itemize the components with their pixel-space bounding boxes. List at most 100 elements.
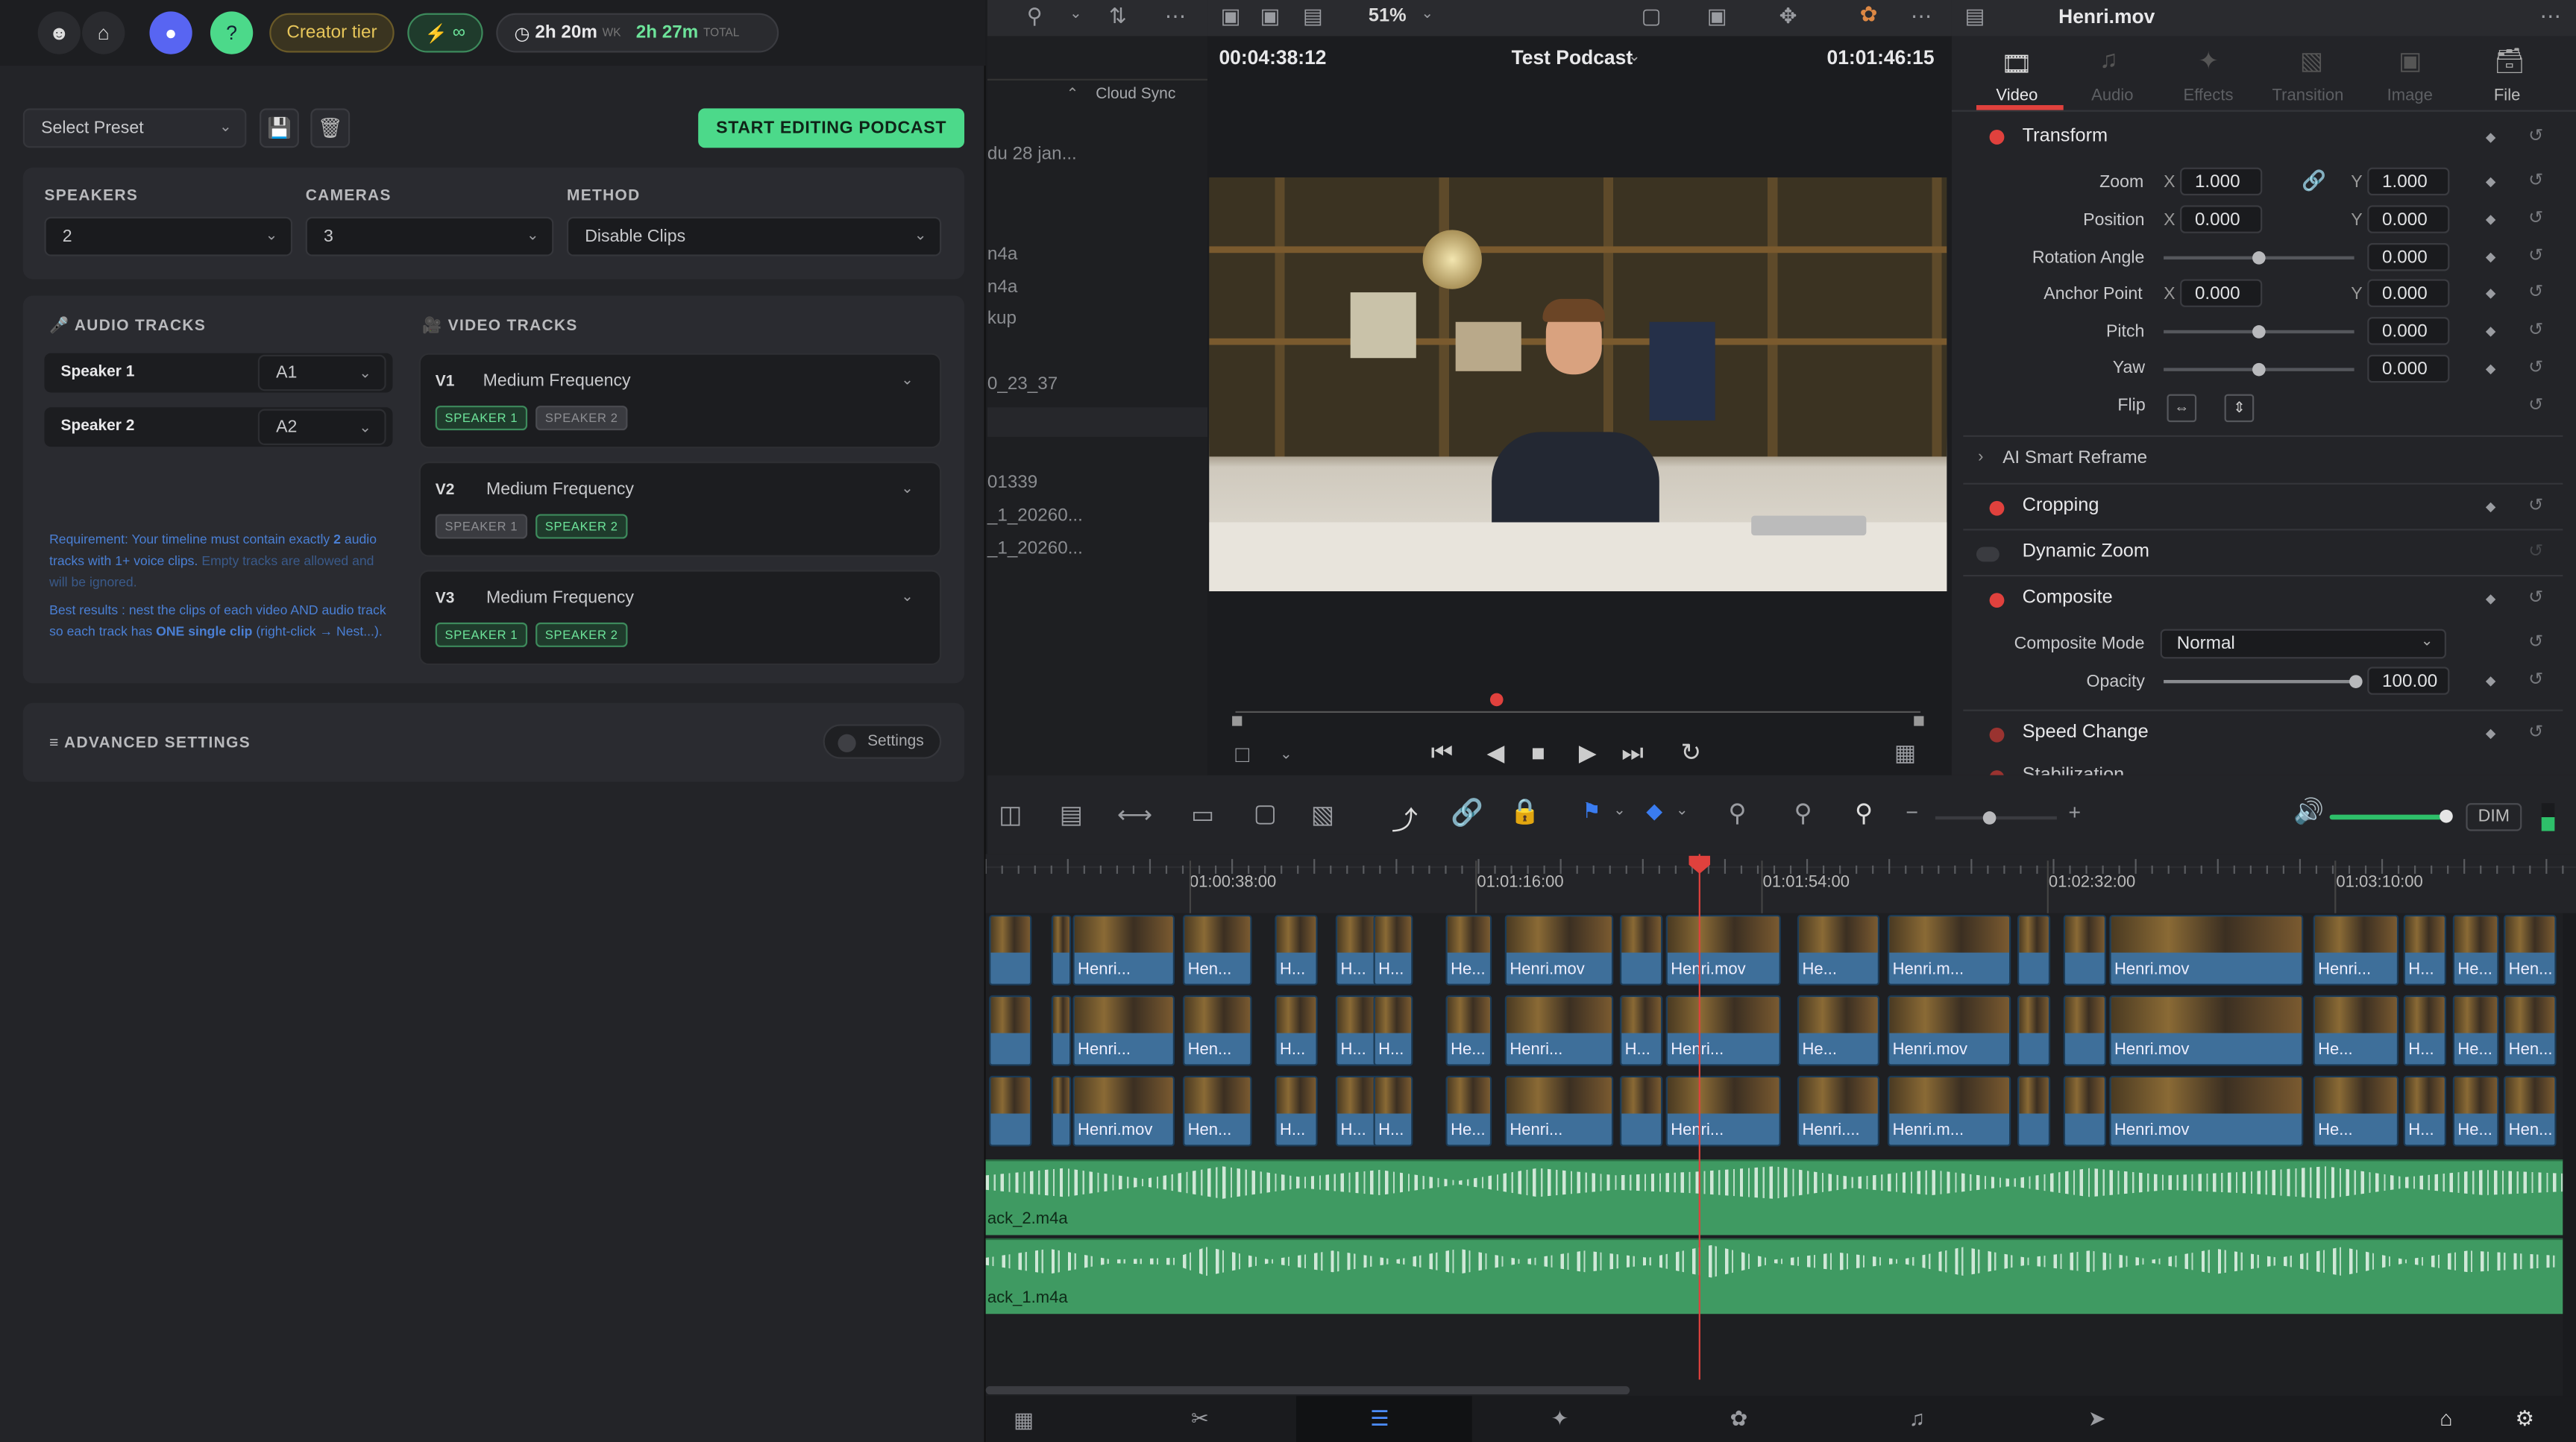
more-icon[interactable]: ⋯ <box>1165 3 1187 29</box>
audio-clip[interactable]: ack_1.m4a <box>985 1238 2563 1315</box>
speaker-tag[interactable]: SPEAKER 1 <box>435 622 528 647</box>
stop-icon[interactable]: ■ <box>1531 739 1545 765</box>
frequency-select[interactable]: Medium Frequency ⌄ <box>470 580 926 616</box>
reset-icon[interactable]: ↺ <box>2528 318 2543 340</box>
media-item[interactable]: n4a <box>987 277 1017 297</box>
sort-icon[interactable]: ⇅ <box>1109 3 1127 29</box>
overwrite-icon[interactable]: ▢ <box>1254 799 1277 828</box>
reset-icon[interactable]: ↺ <box>2528 356 2543 377</box>
home-icon[interactable]: ⌂ <box>2440 1406 2452 1431</box>
transform-heading[interactable]: Transform <box>2023 127 2108 146</box>
video-clip[interactable]: He... <box>1797 995 1880 1066</box>
video-clip[interactable]: Henri.mov <box>2109 1075 2304 1147</box>
video-clip[interactable] <box>1051 914 1072 986</box>
composite-heading[interactable]: Composite <box>2023 588 2113 608</box>
speaker-tag[interactable]: SPEAKER 1 <box>435 514 528 539</box>
video-tab-icon[interactable]: 🎞 <box>2001 49 2032 78</box>
scrubber-in[interactable] <box>1232 716 1243 726</box>
cloud-sync-column[interactable]: Cloud Sync <box>1096 86 1175 104</box>
reset-icon[interactable]: ↺ <box>2528 207 2543 228</box>
deliver-page-icon[interactable]: ➤ <box>2088 1406 2106 1432</box>
reset-icon[interactable]: ↺ <box>2528 631 2543 652</box>
flag-icon[interactable]: ⚑ <box>1582 799 1601 825</box>
speaker-tag[interactable]: SPEAKER 1 <box>435 406 528 431</box>
video-clip[interactable]: Henri... <box>1504 1075 1614 1147</box>
zoom-y-field[interactable]: 1.000 <box>2367 167 2450 196</box>
replace-icon[interactable]: ▧ <box>1311 800 1334 829</box>
monitor-icon[interactable]: ▢ <box>1642 3 1662 29</box>
tab-effects[interactable]: Effects <box>2184 87 2234 105</box>
more-icon[interactable]: ⋯ <box>1911 3 1932 29</box>
keyframe-icon[interactable]: ◆ <box>2486 286 2496 300</box>
transform-toggle[interactable] <box>1989 130 2005 145</box>
fairlight-page-icon[interactable]: ♫ <box>1909 1406 1925 1431</box>
dynamic-zoom-toggle[interactable] <box>1976 547 1999 562</box>
user-icon[interactable]: ☻ <box>37 11 81 54</box>
video-clip[interactable]: He... <box>1445 914 1492 986</box>
video-clip[interactable]: Henri... <box>2313 914 2399 986</box>
collapse-icon[interactable]: ⌃ <box>1066 86 1079 104</box>
transform-icon[interactable]: ✥ <box>1779 3 1797 29</box>
reset-icon[interactable]: ↺ <box>2528 721 2543 742</box>
edit-page-icon[interactable]: ☰ <box>1370 1406 1389 1432</box>
lock-icon[interactable]: 🔒 <box>1510 796 1540 826</box>
keyframe-icon[interactable]: ◆ <box>2486 212 2496 227</box>
keyframe-icon[interactable]: ◆ <box>2486 726 2496 741</box>
video-clip[interactable]: Henri... <box>1504 995 1614 1066</box>
discord-icon[interactable]: ● <box>149 11 192 54</box>
link-icon[interactable]: 🔗 <box>2302 169 2326 192</box>
video-clip[interactable]: Hen... <box>1183 995 1252 1066</box>
tab-transition[interactable]: Transition <box>2272 87 2343 105</box>
pitch-knob[interactable] <box>2252 325 2266 339</box>
reset-icon[interactable]: ↺ <box>2528 541 2543 561</box>
scrubber-playhead[interactable] <box>1489 693 1504 707</box>
chevron-down-icon[interactable]: ⌄ <box>1069 5 1082 23</box>
stabilization-row[interactable]: Stabilization <box>1951 755 2576 775</box>
skip-back-icon[interactable]: ⏮ <box>1431 739 1454 766</box>
cropping-heading[interactable]: Cropping <box>2023 496 2099 515</box>
reset-icon[interactable]: ↺ <box>2528 245 2543 265</box>
keyframe-icon[interactable]: ◆ <box>2486 362 2496 377</box>
timeline-name[interactable]: Test Podcast <box>1512 46 1633 69</box>
volume-knob[interactable] <box>2440 809 2453 823</box>
chevron-down-icon[interactable]: ⌄ <box>1613 802 1626 819</box>
video-clip[interactable] <box>2063 1075 2106 1147</box>
video-clip[interactable]: Henri.mov <box>1665 914 1781 986</box>
horizontal-scrollbar[interactable] <box>985 1386 1630 1395</box>
video-clip[interactable]: Henri.... <box>1797 1075 1880 1147</box>
home-icon[interactable]: ⌂ <box>82 11 125 54</box>
media-item[interactable]: kup <box>987 309 1017 328</box>
reset-icon[interactable]: ↺ <box>2528 586 2543 608</box>
video-clip[interactable]: He... <box>1445 1075 1492 1147</box>
video-clip[interactable]: Hen... <box>2504 1075 2557 1147</box>
tab-video[interactable]: Video <box>1996 87 2038 105</box>
crop-icon[interactable]: □ <box>1236 740 1250 766</box>
gear-icon[interactable]: ⚙ <box>2515 1406 2534 1432</box>
video-clip[interactable]: Henri.mov <box>2109 914 2304 986</box>
video-clip[interactable]: Hen... <box>1183 914 1252 986</box>
video-clip[interactable] <box>989 995 1032 1066</box>
video-clip[interactable] <box>989 1075 1032 1147</box>
stabilization-heading[interactable]: Stabilization <box>2023 766 2125 775</box>
video-clip[interactable]: Henri... <box>1665 995 1781 1066</box>
chevron-right-icon[interactable]: › <box>1978 448 1983 466</box>
video-clip[interactable]: He... <box>1445 995 1492 1066</box>
settings-toggle[interactable]: Settings <box>823 724 942 759</box>
keyframe-icon[interactable]: ◆ <box>2486 130 2496 145</box>
transition-tab-icon[interactable]: ▧ <box>2300 46 2323 75</box>
keyframe-icon[interactable]: ◆ <box>2486 591 2496 606</box>
tab-image[interactable]: Image <box>2387 87 2433 105</box>
video-clip[interactable] <box>1051 995 1072 1066</box>
video-clip[interactable]: H... <box>2403 995 2446 1066</box>
layout-icon[interactable]: ▤ <box>1303 3 1323 29</box>
help-icon[interactable]: ? <box>210 11 254 54</box>
video-clip[interactable]: He... <box>2452 914 2499 986</box>
video-clip[interactable]: H... <box>1373 1075 1413 1147</box>
video-clip[interactable]: H... <box>2403 1075 2446 1147</box>
zoom-custom-icon[interactable]: ⚲ <box>1855 799 1873 828</box>
reset-icon[interactable]: ↺ <box>2528 394 2543 415</box>
opacity-field[interactable]: 100.00 <box>2367 667 2450 695</box>
video-clip[interactable]: Hen... <box>2504 995 2557 1066</box>
image-icon[interactable]: ▣ <box>1260 3 1281 29</box>
play-reverse-icon[interactable]: ◀ <box>1487 739 1505 766</box>
